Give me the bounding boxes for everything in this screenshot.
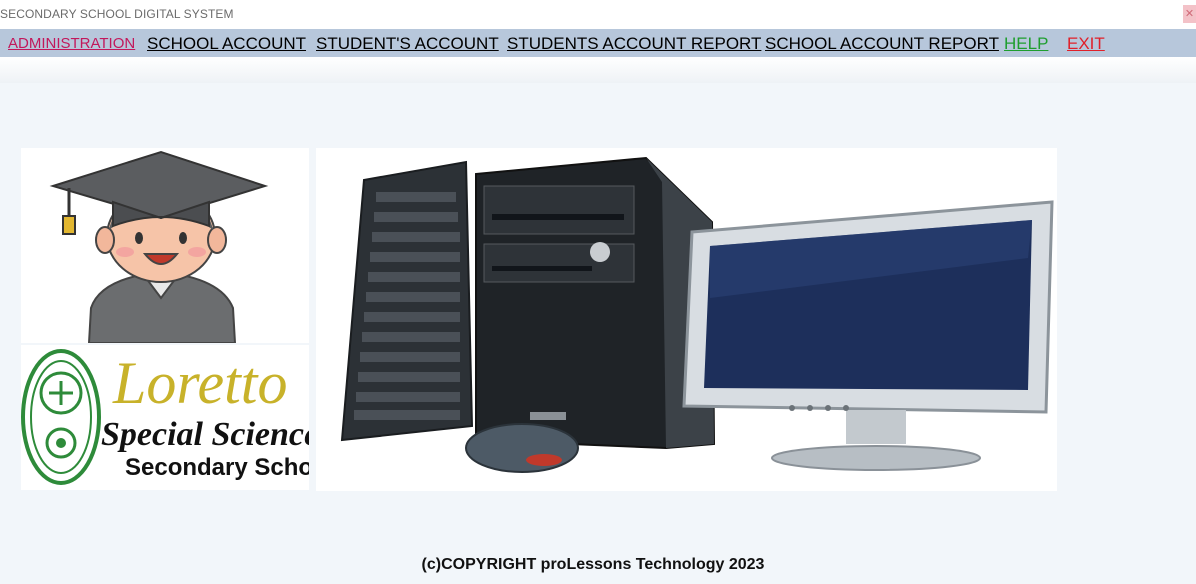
logo-name-line1: Loretto [112, 350, 287, 416]
close-icon[interactable]: ✕ [1183, 5, 1196, 23]
menu-bar: ADMINISTRATION SCHOOL ACCOUNT STUDENT'S … [0, 29, 1196, 57]
window-titlebar: SECONDARY SCHOOL DIGITAL SYSTEM ✕ [0, 0, 1196, 29]
menu-item-students-account-report[interactable]: STUDENTS ACCOUNT REPORT [507, 34, 761, 54]
window-title: SECONDARY SCHOOL DIGITAL SYSTEM [0, 7, 234, 21]
menu-item-help[interactable]: HELP [1004, 34, 1048, 54]
school-logo-image: Loretto Special Science Secondary School [21, 345, 309, 490]
logo-name-line3: Secondary School [125, 454, 309, 481]
graduate-avatar-image [21, 148, 309, 343]
menu-item-exit[interactable]: EXIT [1067, 34, 1105, 54]
menu-item-school-account[interactable]: SCHOOL ACCOUNT [147, 34, 306, 54]
menu-shadow [0, 57, 1196, 83]
menu-item-administration[interactable]: ADMINISTRATION [8, 35, 135, 52]
copyright-text: (c)COPYRIGHT proLessons Technology 2023 [421, 556, 765, 573]
computer-image [316, 148, 1057, 491]
menu-item-school-account-report[interactable]: SCHOOL ACCOUNT REPORT [765, 34, 999, 54]
menu-item-students-account[interactable]: STUDENT'S ACCOUNT [316, 34, 499, 54]
logo-name-line2: Special Science [101, 416, 309, 453]
